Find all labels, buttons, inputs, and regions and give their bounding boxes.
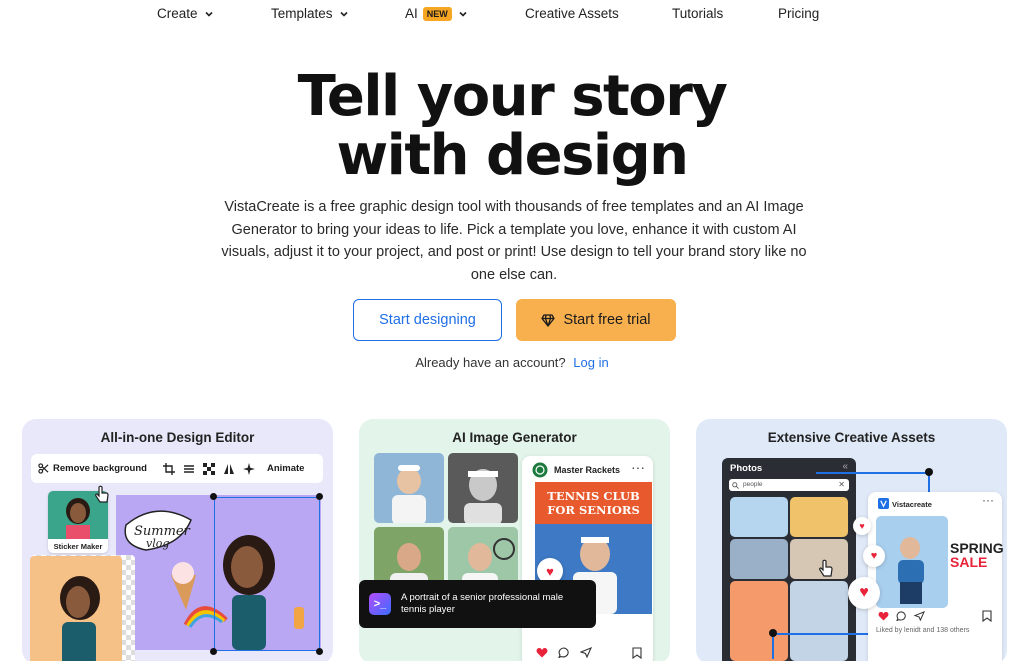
post-likes-text: Liked by lenidt and 138 others xyxy=(876,627,970,634)
login-prompt: Already have an account? xyxy=(415,355,566,370)
chevron-down-icon xyxy=(339,11,348,17)
resize-handle[interactable] xyxy=(316,648,323,655)
nav-item-create[interactable]: Create xyxy=(157,6,215,21)
stock-photo[interactable] xyxy=(730,581,788,661)
more-options-icon[interactable]: ··· xyxy=(631,459,645,475)
start-designing-label: Start designing xyxy=(379,312,476,328)
chevron-down-icon xyxy=(459,11,467,17)
top-nav: Create Templates AI NEW Creative Assets … xyxy=(0,0,1024,28)
feature-card-ai-image-generator[interactable]: AI Image Generator Master Rackets ··· TE… xyxy=(359,419,670,661)
nav-item-label: Templates xyxy=(271,6,333,21)
nav-item-label: Create xyxy=(157,6,198,21)
card-title: Extensive Creative Assets xyxy=(767,430,936,445)
stock-photo[interactable] xyxy=(790,497,848,537)
prompt-terminal-icon: >_ xyxy=(369,593,391,615)
scissors-icon xyxy=(38,463,49,474)
hero-description: VistaCreate is a free graphic design too… xyxy=(221,199,807,283)
social-post-preview[interactable]: Vistacreate ··· SPRING SALE xyxy=(868,492,1004,661)
stock-photo[interactable] xyxy=(730,539,788,579)
sparkle-icon[interactable] xyxy=(242,462,255,475)
bookmark-icon[interactable] xyxy=(632,647,642,659)
animate-tool[interactable]: Animate xyxy=(267,463,304,474)
login-link[interactable]: Log in xyxy=(573,355,608,370)
remove-background-tool[interactable]: Remove background xyxy=(38,463,147,474)
sticker-maker-label: Sticker Maker xyxy=(53,542,103,551)
heart-reaction-icon: ♥ xyxy=(853,517,871,535)
start-designing-button[interactable]: Start designing xyxy=(353,299,502,341)
chevron-down-icon xyxy=(204,11,213,17)
connector-dot xyxy=(925,468,933,476)
post-account-name: Master Rackets xyxy=(554,465,621,475)
clear-search-icon[interactable]: ✕ xyxy=(838,480,845,489)
more-options-icon[interactable]: ··· xyxy=(982,493,994,507)
like-icon[interactable] xyxy=(536,647,548,658)
share-icon[interactable] xyxy=(580,647,592,658)
remove-background-label: Remove background xyxy=(53,463,147,474)
hero-title-line2: with design xyxy=(336,123,689,188)
nav-item-tutorials[interactable]: Tutorials xyxy=(672,6,723,21)
feature-card-creative-assets[interactable]: Extensive Creative Assets Photos « peopl… xyxy=(696,419,1007,661)
card-title: All-in-one Design Editor xyxy=(100,430,255,445)
comment-icon[interactable] xyxy=(896,611,907,621)
transparency-icon[interactable] xyxy=(202,462,215,475)
resize-handle[interactable] xyxy=(210,648,217,655)
connector-line xyxy=(772,633,872,635)
resize-handle[interactable] xyxy=(210,493,217,500)
sale-text: SALE xyxy=(950,554,988,570)
svg-text:vlog: vlog xyxy=(146,537,169,550)
editor-toolbar: Remove background Animate xyxy=(31,454,323,483)
stock-photo[interactable] xyxy=(730,497,788,537)
heart-reaction-icon: ♥ xyxy=(863,545,885,567)
start-free-trial-button[interactable]: Start free trial xyxy=(516,299,676,341)
crop-icon[interactable] xyxy=(162,462,175,475)
nav-item-label: AI xyxy=(405,6,418,21)
collapse-panel-icon[interactable]: « xyxy=(842,461,848,472)
new-badge: NEW xyxy=(422,6,452,21)
generated-photo xyxy=(448,453,518,523)
post-photo xyxy=(876,516,948,608)
nav-item-label: Tutorials xyxy=(672,6,724,21)
adjust-icon[interactable] xyxy=(183,463,195,475)
hero-title-line1: Tell your story xyxy=(297,64,728,129)
share-icon[interactable] xyxy=(914,611,925,621)
vistacreate-logo-icon xyxy=(878,498,889,509)
generated-photo xyxy=(374,453,444,523)
spring-text: SPRING xyxy=(950,540,1004,556)
post-brand-name: Vistacreate xyxy=(892,500,932,509)
bookmark-icon[interactable] xyxy=(982,610,992,622)
cursor-hand-icon xyxy=(819,559,833,577)
photos-search-input[interactable]: people xyxy=(729,479,849,491)
feature-card-design-editor[interactable]: All-in-one Design Editor Remove backgrou… xyxy=(22,419,333,661)
nav-item-ai[interactable]: AI NEW xyxy=(405,6,469,21)
stock-photo[interactable] xyxy=(790,581,848,661)
start-free-trial-label: Start free trial xyxy=(563,312,651,328)
diamond-icon xyxy=(541,313,556,327)
login-row: Already have an account? Log in xyxy=(0,355,1024,370)
connector-dot xyxy=(769,629,777,637)
photos-panel-label: Photos xyxy=(730,463,763,474)
selection-frame[interactable] xyxy=(214,497,320,651)
cursor-hand-icon xyxy=(95,485,109,503)
search-icon xyxy=(732,482,739,489)
ai-prompt-text: A portrait of a senior professional male… xyxy=(401,592,564,615)
nav-item-label: Pricing xyxy=(778,6,820,21)
resize-handle[interactable] xyxy=(316,493,323,500)
ai-prompt-box[interactable]: >_ A portrait of a senior professional m… xyxy=(359,580,596,628)
nav-item-creative-assets[interactable]: Creative Assets xyxy=(525,6,619,21)
flip-icon[interactable] xyxy=(223,463,235,475)
nav-item-label: Creative Assets xyxy=(525,6,619,21)
connector-line xyxy=(772,634,774,659)
like-icon[interactable] xyxy=(878,611,889,621)
connector-line xyxy=(816,472,928,474)
account-logo-icon xyxy=(532,462,548,478)
nav-item-templates[interactable]: Templates xyxy=(271,6,350,21)
nav-item-pricing[interactable]: Pricing xyxy=(778,6,819,21)
heart-reaction-icon: ♥ xyxy=(848,577,880,609)
instagram-post-preview[interactable]: Master Rackets ··· TENNIS CLUB FOR SENIO… xyxy=(522,456,653,661)
woman-photo-thumbnail xyxy=(30,556,122,661)
card-title: AI Image Generator xyxy=(452,430,577,445)
comment-icon[interactable] xyxy=(558,647,570,658)
post-header: Master Rackets xyxy=(532,462,620,478)
